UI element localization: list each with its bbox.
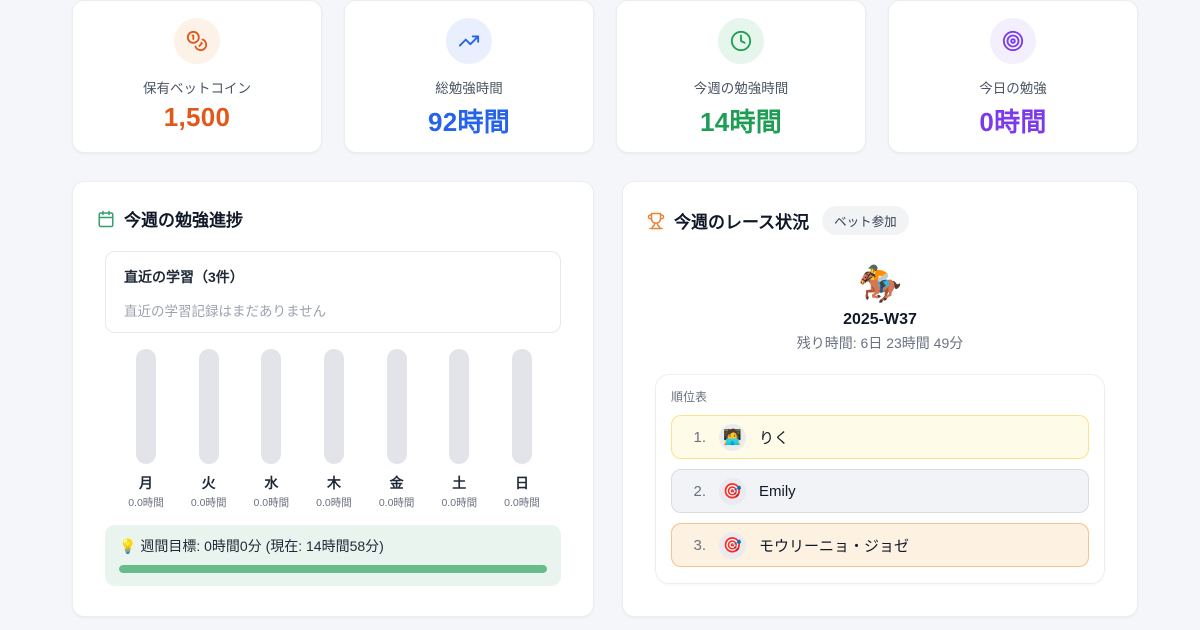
rank-number: 2. [690,483,706,500]
day-label: 日 [515,473,529,493]
weekly-progress-card: 今週の勉強進捗 直近の学習（3件） 直近の学習記録はまだありません 月 0.0時… [72,181,594,617]
bar-mon [136,349,156,464]
day-label: 金 [390,473,404,493]
chart-column-sat: 土 0.0時間 [434,349,484,510]
day-value: 0.0時間 [441,495,477,510]
bar-sun [512,349,532,464]
day-value: 0.0時間 [316,495,352,510]
goal-progress-track [119,565,547,573]
lightbulb-icon: 💡 [119,538,136,554]
day-value: 0.0時間 [191,495,227,510]
race-info: 🏇 2025-W37 残り時間: 6日 23時間 49分 [623,263,1137,353]
rank-name: りく [759,427,789,448]
race-status-card: 今週のレース状況 ベット参加 🏇 2025-W37 残り時間: 6日 23時間 … [622,181,1138,617]
stat-label: 今日の勉強 [889,77,1137,97]
rank-row-3: 3. 🎯 モウリーニョ・ジョゼ [671,523,1089,567]
rank-name: Emily [759,483,796,500]
trending-up-icon [446,18,492,64]
race-status-header: 今週のレース状況 ベット参加 [623,182,1137,235]
technologist-emoji-avatar: 🧑‍💻 [719,424,746,451]
chart-column-wed: 水 0.0時間 [246,349,296,510]
goal-label: 週間目標: 0時間0分 (現在: 14時間58分) [140,538,384,554]
card-title: 今週のレース状況 [674,208,809,233]
target-icon [990,18,1036,64]
day-value: 0.0時間 [504,495,540,510]
bet-participation-badge: ベット参加 [822,206,909,235]
rank-row-1: 1. 🧑‍💻 りく [671,415,1089,459]
recent-study-box: 直近の学習（3件） 直近の学習記録はまだありません [105,251,561,333]
day-label: 水 [264,473,278,493]
day-label: 木 [327,473,341,493]
race-remaining-time: 残り時間: 6日 23時間 49分 [623,333,1137,353]
race-week: 2025-W37 [623,311,1137,329]
stat-card-week-study-time: 今週の勉強時間 14時間 [616,0,866,153]
weekly-goal-box: 💡 週間目標: 0時間0分 (現在: 14時間58分) [105,525,561,586]
recent-study-title: 直近の学習（3件） [124,267,542,287]
stat-card-bet-coins: 保有ベットコイン 1,500 [72,0,322,153]
trophy-icon [647,212,665,230]
stat-card-total-study-time: 総勉強時間 92時間 [344,0,594,153]
chart-column-mon: 月 0.0時間 [121,349,171,510]
bar-thu [324,349,344,464]
dart-emoji-avatar: 🎯 [719,478,746,505]
bar-wed [261,349,281,464]
stat-label: 保有ベットコイン [73,77,321,97]
day-value: 0.0時間 [128,495,164,510]
weekly-bar-chart: 月 0.0時間 火 0.0時間 水 0.0時間 木 0.0時間 金 0.0時間 … [73,349,593,510]
weekly-progress-header: 今週の勉強進捗 [73,182,593,231]
day-value: 0.0時間 [379,495,415,510]
coins-icon [174,18,220,64]
card-title: 今週の勉強進捗 [124,206,243,231]
day-label: 月 [139,473,153,493]
stat-label: 今週の勉強時間 [617,77,865,97]
rank-number: 1. [690,429,706,446]
chart-column-sun: 日 0.0時間 [497,349,547,510]
rank-row-2: 2. 🎯 Emily [671,469,1089,513]
stat-value: 92時間 [345,102,593,139]
chart-column-thu: 木 0.0時間 [309,349,359,510]
rank-number: 3. [690,537,706,554]
dart-emoji-avatar: 🎯 [719,532,746,559]
day-label: 土 [452,473,466,493]
stat-value: 0時間 [889,102,1137,139]
goal-progress-fill [119,565,547,573]
stat-value: 14時間 [617,102,865,139]
clock-icon [718,18,764,64]
ranking-table: 順位表 1. 🧑‍💻 りく 2. 🎯 Emily 3. 🎯 モウリーニョ・ジョゼ [655,374,1105,584]
horse-racing-emoji: 🏇 [623,263,1137,305]
chart-column-tue: 火 0.0時間 [184,349,234,510]
bar-fri [387,349,407,464]
stat-card-today-study: 今日の勉強 0時間 [888,0,1138,153]
rank-name: モウリーニョ・ジョゼ [759,535,909,556]
bar-tue [199,349,219,464]
chart-column-fri: 金 0.0時間 [372,349,422,510]
stat-value: 1,500 [73,102,321,133]
stat-label: 総勉強時間 [345,77,593,97]
recent-study-empty-message: 直近の学習記録はまだありません [124,300,542,320]
day-value: 0.0時間 [254,495,290,510]
day-label: 火 [202,473,216,493]
weekly-goal-text: 💡 週間目標: 0時間0分 (現在: 14時間58分) [119,536,547,556]
ranking-label: 順位表 [671,388,1089,405]
calendar-icon [97,210,115,228]
bar-sat [449,349,469,464]
